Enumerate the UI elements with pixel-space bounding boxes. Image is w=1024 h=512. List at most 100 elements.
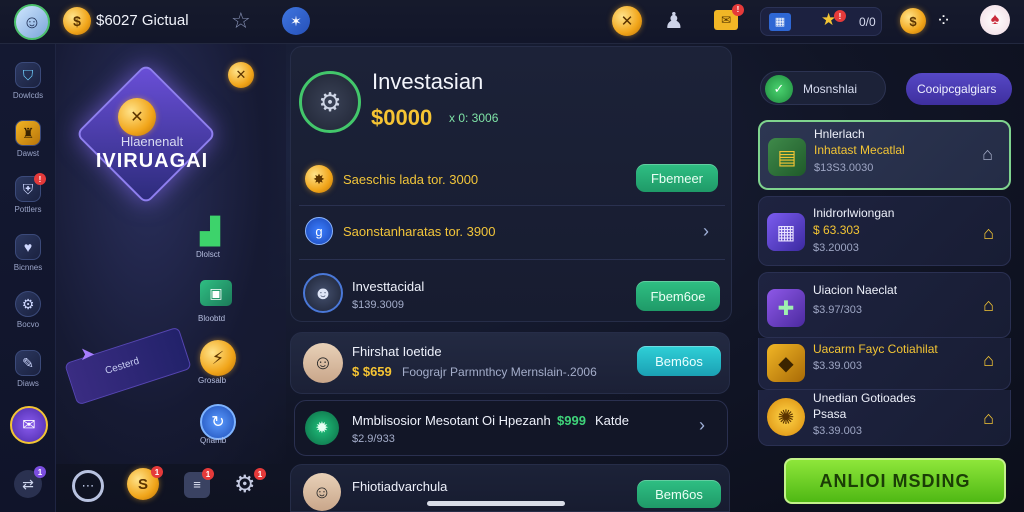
banner-text: Cesterd (103, 355, 141, 377)
gear-icon: ⚙ (234, 471, 256, 498)
tab-2[interactable]: Cooipcgalgiars (906, 73, 1012, 105)
row3-button[interactable]: Fbem6oe (636, 281, 720, 311)
sidebar-label: Dawst (16, 149, 40, 158)
cart-icon: ▦ (767, 213, 805, 251)
sidebar-item-5[interactable]: ⚙ Bocvo (0, 291, 56, 329)
card-5-sub: $3.39.003 (813, 425, 862, 437)
row5-price: $999 (557, 413, 586, 428)
row1-button[interactable]: Fbemeer (636, 164, 718, 192)
sidebar-label: Pottlers (14, 205, 42, 214)
card-1-title-1: Hnlerlach (814, 127, 865, 141)
row6-title: Fhiotiadvarchula (352, 479, 448, 494)
divider (299, 205, 725, 206)
avatar[interactable]: ☺ (14, 4, 50, 40)
user-avatar-icon: ☺ (22, 11, 42, 32)
coin-label: Grosalb (198, 376, 227, 385)
star-icon[interactable]: ☆ (231, 8, 251, 34)
bottom-icon-4[interactable]: ≡ 1 (184, 468, 214, 500)
wallet-icon[interactable]: ▣ (200, 280, 232, 306)
tag-icon: g (305, 217, 333, 245)
list-item[interactable]: ✹ Mmblisosior Mesotant Oi Hpezanh $999 K… (294, 400, 728, 456)
sidebar-item-1[interactable]: ⛉ Dowlcds (0, 62, 56, 100)
tab-1-label: Mosnshlai (803, 82, 858, 96)
cta-button[interactable]: ANLIOI MSDING (784, 458, 1006, 504)
sidebar-item-6[interactable]: ✎ Diaws (0, 350, 56, 388)
row4-desc: Foograjr Parmnthcy Mernslain-.2006 (402, 365, 597, 379)
sidebar-item-4[interactable]: ♥ Bicnnes (0, 234, 56, 272)
divider (299, 259, 725, 260)
gold-token-icon[interactable]: ⚡ (200, 340, 236, 376)
counter-box: ▦ ★ ! 0/0 (760, 7, 882, 36)
bottom-icon-5[interactable]: ⚙ 1 (234, 468, 266, 500)
right-card-3[interactable]: ✚ Uiacion Naeclat $3.97/303 ⌂ (758, 272, 1011, 338)
right-card-1[interactable]: ▤ Hnlerlach Inhatast Mecatlal $13S3.0030… (758, 120, 1011, 190)
row2-chevron-icon[interactable]: › (703, 221, 709, 242)
list-item[interactable]: ☺ Fhirshat Ioetide $ $659 Foograjr Parmn… (290, 332, 730, 394)
bottom-icon-3[interactable]: S 1 (127, 466, 163, 502)
mail-icon[interactable]: ✉ ! (714, 4, 744, 30)
promo-title-line2: IVIRUAGAI (95, 150, 209, 172)
home-icon[interactable]: ⌂ (983, 295, 994, 316)
investment-panel: ⚙ Investasian $0000 x 0: 3006 ✸ Saeschis… (290, 46, 732, 322)
row5-chevron-icon[interactable]: › (699, 415, 705, 436)
home-icon[interactable]: ⌂ (983, 223, 994, 244)
compass-icon[interactable]: ✶ (282, 7, 310, 35)
emblem-coin-icon: ✕ (118, 98, 156, 136)
card-1-sub: $13S3.0030 (814, 162, 874, 174)
gear-badge-icon: ✹ (305, 411, 339, 445)
bottom-icon-1[interactable]: ⇄ 1 (14, 466, 46, 500)
promo-panel: ✕ Hlaenenalt IVIRUAGAI ✕ ▟ Dlolsct ▣ Blo… (56, 44, 286, 464)
right-card-2[interactable]: ▦ Inidrorlwiongan $ 63.303 $3.20003 ⌂ (758, 196, 1011, 266)
list-item[interactable]: ☺ Fhiotiadvarchula Bem6os (290, 464, 730, 512)
row5-sub: $2.9/933 (352, 433, 395, 445)
notification-badge: ! (34, 173, 46, 185)
sidebar-label: Bicnnes (13, 263, 43, 272)
blue-token-icon[interactable]: ↻ (200, 404, 236, 440)
grid-icon[interactable]: ▦ (769, 13, 791, 31)
trophy-icon: ♜ (15, 120, 41, 146)
gift-icon[interactable]: ★ ! (821, 10, 846, 30)
sidebar-item-3[interactable]: ⛨ ! Pottlers (0, 173, 56, 214)
wallet-label: Bloobtd (198, 314, 226, 323)
profile-icon[interactable]: ♟ (664, 8, 684, 34)
apps-icon[interactable]: ⁘ (936, 10, 951, 31)
promo-banner[interactable]: Cesterd (64, 326, 192, 406)
gold-coin-icon[interactable]: $ (900, 8, 926, 34)
row3-sub: $139.3009 (352, 299, 404, 311)
right-card-4[interactable]: ◆ Uacarm Fayc Cotiahilat $3.39.003 ⌂ (758, 338, 1011, 390)
row2-text: Saonstanharatas tor. 3900 (343, 224, 496, 239)
card-4-sub: $3.39.003 (813, 360, 862, 372)
medal-icon: ✸ (305, 165, 333, 193)
balance-text: $6027 Gictual (96, 12, 189, 29)
sidebar-label: Dowlcds (12, 91, 44, 100)
sidebar-label: Diaws (17, 379, 39, 388)
gift-badge: ! (834, 10, 846, 22)
shield-icon: ⛉ (15, 62, 41, 88)
chart-label: Dlolsct (196, 250, 221, 259)
card-3-sub: $3.97/303 (813, 304, 862, 316)
chat-icon[interactable]: ⋯ (72, 470, 104, 502)
card-2-price: $ 63.303 (813, 223, 860, 237)
home-icon[interactable]: ⌂ (982, 144, 993, 165)
blue-label: Qriamb (200, 436, 227, 445)
coin-icon: $ (63, 7, 91, 35)
scrollbar[interactable] (427, 501, 565, 506)
tab-1[interactable]: ✓ Mosnshlai (760, 71, 886, 105)
sidebar-item-2[interactable]: ♜ Dawst (0, 120, 56, 158)
chat-bubble-icon[interactable]: ✉ (10, 406, 48, 444)
chart-up-icon[interactable]: ▟ (200, 216, 220, 247)
cup-icon: ♥ (15, 234, 41, 260)
promo-coin-icon[interactable]: ✕ (228, 62, 254, 88)
home-icon[interactable]: ⌂ (983, 350, 994, 371)
tools-icon[interactable]: ✕ (612, 6, 642, 36)
right-card-5[interactable]: ✺ Unedian Gotioades Psasa $3.39.003 ⌂ (758, 390, 1011, 446)
top-bar: ☺ $ $6027 Gictual ☆ ✶ ✕ ♟ ✉ ! ▦ ★ ! 0/0 … (0, 0, 1024, 44)
card-2-title: Inidrorlwiongan (813, 206, 895, 220)
mascot-icon[interactable]: ♠ (980, 5, 1010, 35)
row4-title: Fhirshat Ioetide (352, 344, 442, 359)
row4-button[interactable]: Bem6os (637, 346, 721, 376)
card-5-title-1: Unedian Gotioades (813, 391, 916, 405)
card-2-sub: $3.20003 (813, 242, 859, 254)
home-icon[interactable]: ⌂ (983, 408, 994, 429)
row6-button[interactable]: Bem6os (637, 480, 721, 508)
